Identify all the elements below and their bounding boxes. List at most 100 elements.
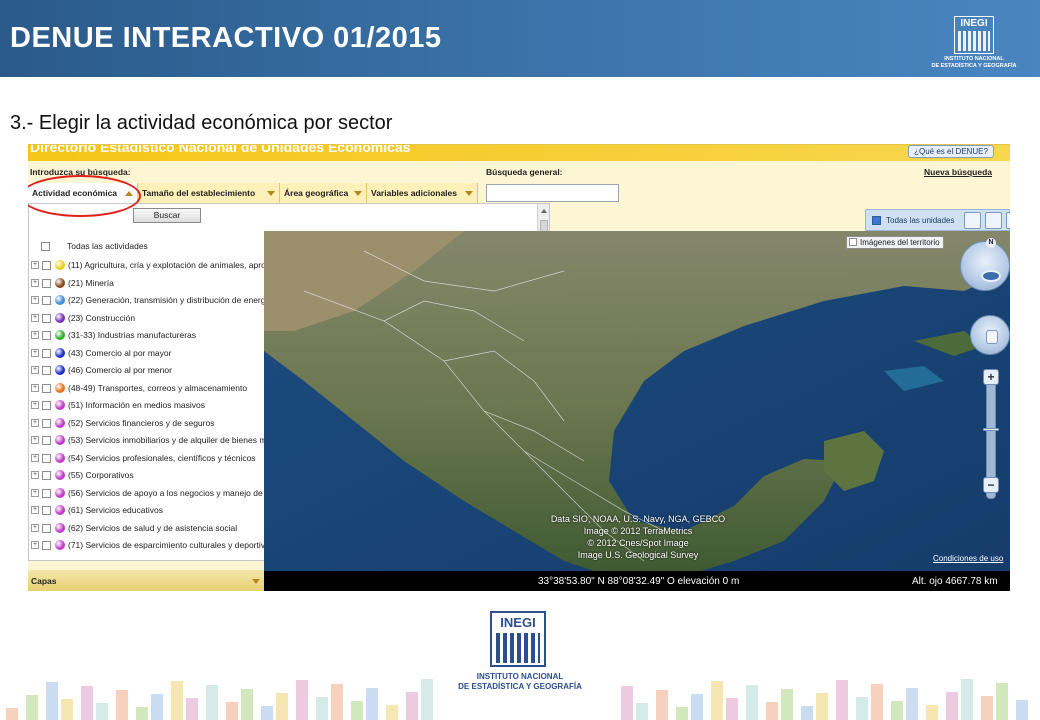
about-denue-button[interactable]: ¿Qué es el DENUE? — [908, 145, 994, 158]
mosaic-tile — [6, 708, 18, 720]
sector-color-icon — [55, 505, 65, 515]
mosaic-tile — [691, 694, 703, 720]
activity-checkbox[interactable] — [42, 383, 51, 393]
tab-label: Tamaño del establecimiento — [142, 188, 256, 198]
inegi-logo-line1: INSTITUTO NACIONAL — [944, 56, 1004, 62]
sector-color-icon — [55, 470, 65, 480]
activity-label: (48-49) Transportes, correos y almacenam… — [68, 382, 248, 393]
mosaic-tile — [421, 679, 433, 720]
app-banner-title: Directorio Estadístico Nacional de Unida… — [30, 145, 411, 155]
activity-label: (51) Información en medios masivos — [68, 400, 206, 410]
activity-checkbox[interactable] — [42, 331, 51, 340]
expand-icon[interactable]: + — [31, 401, 39, 409]
new-search-link[interactable]: Nueva búsqueda — [924, 167, 992, 177]
mosaic-tile — [746, 685, 758, 720]
territory-images-toggle[interactable]: Imágenes del territorio — [846, 236, 944, 249]
mosaic-tile — [116, 690, 128, 720]
expand-icon[interactable]: + — [31, 261, 39, 269]
activity-checkbox[interactable] — [42, 506, 51, 515]
zoom-out-button[interactable]: − — [983, 477, 999, 493]
activity-checkbox[interactable] — [42, 278, 51, 288]
activity-checkbox[interactable] — [42, 261, 51, 270]
activity-checkbox[interactable] — [42, 541, 51, 550]
activity-label: (31-33) Industrias manufactureras — [68, 330, 197, 340]
mosaic-tile — [636, 703, 648, 720]
all-units-checkbox[interactable] — [872, 216, 881, 225]
mosaic-tile — [206, 685, 218, 720]
draw-tool-icon[interactable] — [985, 212, 1002, 229]
all-activities-checkbox[interactable] — [41, 242, 50, 251]
expand-icon[interactable]: + — [31, 506, 39, 514]
mosaic-tile — [366, 688, 378, 720]
expand-icon[interactable]: + — [31, 296, 39, 304]
mosaic-tile — [946, 692, 958, 720]
sector-color-icon — [55, 540, 65, 550]
tab-area-geografica[interactable]: Área geográfica — [280, 183, 367, 203]
all-activities-label: Todas las actividades — [67, 241, 148, 251]
territory-images-checkbox[interactable] — [849, 238, 857, 246]
mosaic-tile — [261, 706, 273, 720]
activity-checkbox[interactable] — [42, 471, 51, 480]
expand-icon[interactable]: + — [31, 523, 39, 532]
expand-icon[interactable]: + — [31, 471, 39, 479]
activity-label: (54) Servicios profesionales, científico… — [68, 452, 256, 463]
sector-color-icon — [55, 435, 65, 445]
caret-down-icon — [267, 191, 275, 196]
activity-checkbox[interactable] — [42, 366, 51, 375]
expand-icon[interactable]: + — [31, 278, 39, 287]
tab-tamano-establecimiento[interactable]: Tamaño del establecimiento — [138, 183, 280, 203]
sector-color-icon — [55, 487, 65, 498]
slide-title: DENUE INTERACTIVO 01/2015 — [10, 22, 442, 54]
activity-checkbox[interactable] — [42, 313, 51, 323]
terms-of-use-link[interactable]: Condiciones de uso — [933, 554, 1003, 563]
expand-icon[interactable]: + — [31, 418, 39, 427]
zoom-slider-handle[interactable] — [983, 428, 999, 431]
expand-icon[interactable]: + — [31, 436, 39, 444]
sector-color-icon — [55, 400, 65, 410]
print-icon[interactable] — [1006, 212, 1010, 229]
expand-icon[interactable]: + — [31, 313, 39, 322]
activity-checkbox[interactable] — [42, 523, 51, 533]
ruler-icon[interactable] — [964, 212, 981, 229]
slide: DENUE INTERACTIVO 01/2015 INEGI INSTITUT… — [0, 0, 1040, 720]
expand-icon[interactable]: + — [31, 541, 39, 549]
mosaic-tile — [961, 679, 973, 720]
layers-bar[interactable]: Capas — [28, 570, 264, 591]
expand-icon[interactable]: + — [31, 453, 39, 462]
activity-checkbox[interactable] — [42, 453, 51, 463]
general-search-label: Búsqueda general: — [486, 167, 563, 177]
caret-down-icon — [465, 191, 473, 196]
expand-icon[interactable]: + — [31, 488, 39, 497]
activity-checkbox[interactable] — [42, 436, 51, 445]
mosaic-tile — [981, 696, 993, 720]
activity-checkbox[interactable] — [42, 401, 51, 410]
sector-color-icon — [55, 365, 65, 375]
inegi-logo: INEGI INSTITUTO NACIONAL DE ESTADÍSTICA … — [926, 16, 1022, 72]
sector-color-icon — [55, 417, 65, 428]
expand-icon[interactable]: + — [31, 348, 39, 357]
mosaic-tile — [656, 690, 668, 720]
activity-label: (52) Servicios financieros y de seguros — [68, 417, 215, 428]
all-units-label: Todas las unidades — [886, 216, 955, 225]
all-units-toolbar: Todas las unidades — [865, 209, 1010, 231]
scroll-up-icon[interactable] — [541, 209, 547, 213]
tab-variables-adicionales[interactable]: Variables adicionales — [367, 183, 478, 203]
search-button[interactable]: Buscar — [133, 208, 201, 223]
zoom-in-button[interactable]: + — [983, 369, 999, 385]
expand-icon[interactable]: + — [31, 383, 39, 392]
expand-icon[interactable]: + — [31, 331, 39, 339]
territory-images-label: Imágenes del territorio — [860, 238, 940, 247]
activity-checkbox[interactable] — [42, 348, 51, 358]
north-indicator[interactable]: N — [986, 238, 996, 248]
slide-header: DENUE INTERACTIVO 01/2015 INEGI INSTITUT… — [0, 0, 1040, 77]
eye-altitude: Alt. ojo 4667.78 km — [912, 576, 998, 587]
activity-checkbox[interactable] — [42, 296, 51, 305]
look-around-control[interactable] — [960, 241, 1010, 291]
sector-color-icon — [55, 330, 65, 340]
expand-icon[interactable]: + — [31, 366, 39, 374]
general-search-input[interactable] — [486, 184, 619, 202]
activity-label: (62) Servicios de salud y de asistencia … — [68, 522, 238, 533]
activity-checkbox[interactable] — [42, 418, 51, 428]
mosaic-tile — [81, 686, 93, 720]
activity-checkbox[interactable] — [42, 488, 51, 498]
